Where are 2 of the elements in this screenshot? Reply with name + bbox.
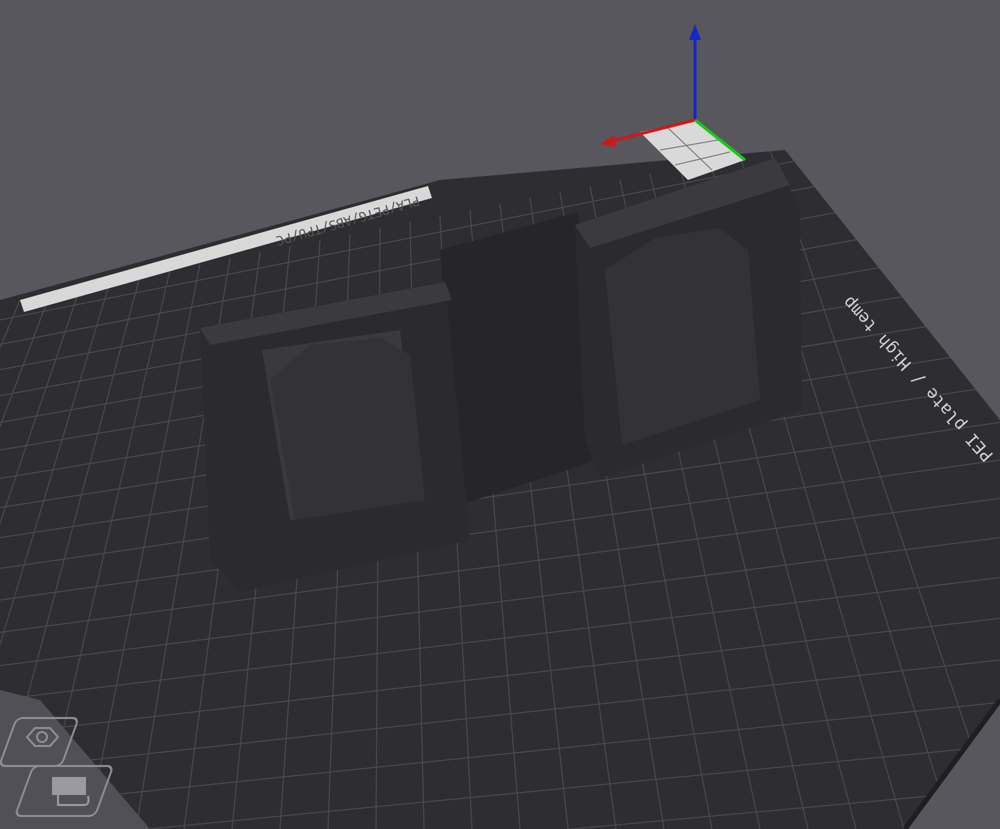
y-axis-line <box>694 118 746 162</box>
hex-nut-icon[interactable] <box>0 717 80 767</box>
